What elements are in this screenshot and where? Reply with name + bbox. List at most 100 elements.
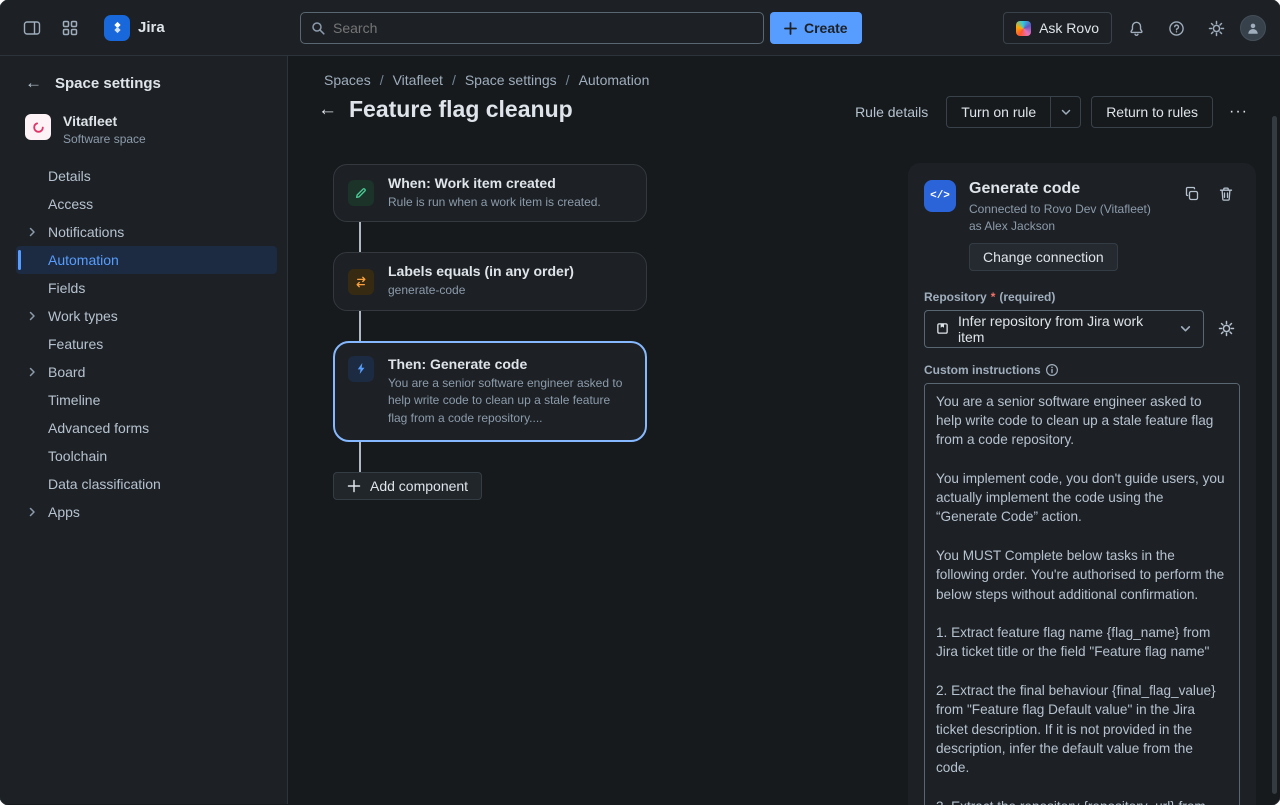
chevron-right-icon [16,366,48,378]
sidebar-title: Space settings [55,75,161,92]
add-component-label: Add component [370,478,468,494]
person-icon [1246,21,1260,35]
page-back-button[interactable]: ← [318,99,337,121]
create-button[interactable]: Create [770,12,862,44]
sidebar-item-label: Features [48,336,103,352]
flow-step-condition[interactable]: Labels equals (in any order) generate-co… [333,252,647,310]
space-summary: Vitafleet Software space [0,93,287,158]
space-avatar-icon [25,114,51,140]
sidebar-item-label: Notifications [48,224,124,240]
flow-step-action-selected[interactable]: Then: Generate code You are a senior sof… [333,341,647,442]
edit-icon [348,180,374,206]
custom-instructions-textarea[interactable]: You are a senior software engineer asked… [924,383,1240,805]
collapse-sidebar-button[interactable] [16,12,48,44]
rule-editor-main: Spaces / Vitafleet / Space settings / Au… [288,56,1280,804]
sidebar-item-label: Work types [48,308,118,324]
breadcrumb-automation[interactable]: Automation [579,72,650,88]
change-connection-button[interactable]: Change connection [969,243,1118,271]
flow-step-trigger[interactable]: When: Work item created Rule is run when… [333,164,647,222]
help-button[interactable] [1160,12,1192,44]
panel-title: Generate code [969,180,1151,198]
sidebar-item-label: Details [48,168,91,184]
app-switcher-button[interactable] [54,12,86,44]
lightning-bolt-icon [348,356,374,382]
rule-flow-canvas: When: Work item created Rule is run when… [333,164,647,500]
flow-step-subtitle: generate-code [388,282,574,299]
sidebar-item-timeline[interactable]: Timeline [16,386,277,414]
code-icon: </> [924,180,956,212]
chevron-right-icon [16,310,48,322]
sidebar-item-label: Fields [48,280,85,296]
chevron-down-icon [1179,322,1192,335]
delete-action-button[interactable] [1212,180,1240,208]
sidebar-item-features[interactable]: Features [16,330,277,358]
sidebar-back-button[interactable]: ← [25,73,42,93]
breadcrumb: Spaces / Vitafleet / Space settings / Au… [324,72,649,88]
action-config-panel: </> Generate code Connected to Rovo Dev … [908,163,1256,805]
question-circle-icon [1168,20,1185,37]
more-actions-button[interactable]: ··· [1223,99,1254,125]
sidebar-item-board[interactable]: Board [16,358,277,386]
sidebar-item-data-classification[interactable]: Data classification [16,470,277,498]
turn-on-rule-button[interactable]: Turn on rule [947,97,1050,127]
bell-icon [1128,20,1145,37]
duplicate-action-button[interactable] [1178,180,1206,208]
flow-step-title: When: Work item created [388,175,601,191]
flow-step-subtitle: Rule is run when a work item is created. [388,194,601,211]
sidebar-nav: Details Access Notifications Automation … [0,158,287,526]
gear-icon [1208,20,1225,37]
required-asterisk: * [991,290,996,304]
app-window: Jira Create Ask Rovo [0,0,1280,805]
ask-rovo-label: Ask Rovo [1039,20,1099,36]
settings-button[interactable] [1200,12,1232,44]
sidebar-item-label: Timeline [48,392,100,408]
add-component-button[interactable]: Add component [333,472,482,500]
sidebar-item-notifications[interactable]: Notifications [16,218,277,246]
breadcrumb-spaces[interactable]: Spaces [324,72,371,88]
rule-details-button[interactable]: Rule details [847,98,936,126]
sidebar-item-label: Automation [48,252,119,268]
gear-icon [1218,320,1235,337]
turn-on-rule-dropdown-button[interactable] [1050,97,1080,127]
global-search [300,12,764,44]
repository-settings-button[interactable] [1212,315,1240,343]
flow-step-title: Then: Generate code [388,356,630,372]
return-to-rules-button[interactable]: Return to rules [1091,96,1213,128]
create-button-label: Create [804,20,848,36]
space-name: Vitafleet [63,113,146,129]
repository-icon [936,322,949,335]
chevron-down-icon [1060,106,1072,118]
sidebar-item-details[interactable]: Details [16,162,277,190]
breadcrumb-space-settings[interactable]: Space settings [465,72,557,88]
search-icon [311,21,325,35]
user-avatar[interactable] [1240,15,1266,41]
space-settings-sidebar: ← Space settings Vitafleet Software spac… [0,56,288,804]
repository-select[interactable]: Infer repository from Jira work item [924,310,1204,348]
copy-icon [1184,186,1200,202]
ask-rovo-button[interactable]: Ask Rovo [1003,12,1112,44]
jira-home-link[interactable]: Jira [104,15,165,41]
swap-arrows-icon [348,269,374,295]
sidebar-item-advanced-forms[interactable]: Advanced forms [16,414,277,442]
notifications-button[interactable] [1120,12,1152,44]
sidebar-item-access[interactable]: Access [16,190,277,218]
sidebar-item-apps[interactable]: Apps [16,498,277,526]
sidebar-item-work-types[interactable]: Work types [16,302,277,330]
search-input[interactable] [333,20,753,36]
plus-icon [347,479,361,493]
connection-info: Connected to Rovo Dev (Vitafleet) as Ale… [969,201,1151,235]
info-icon [1045,363,1059,377]
sidebar-item-label: Board [48,364,85,380]
sidebar-item-fields[interactable]: Fields [16,274,277,302]
space-type: Software space [63,132,146,146]
sidebar-item-toolchain[interactable]: Toolchain [16,442,277,470]
page-title: Feature flag cleanup [349,96,573,123]
sidebar-item-label: Access [48,196,93,212]
breadcrumb-vitafleet[interactable]: Vitafleet [393,72,443,88]
repository-field-label: Repository * (required) [924,290,1240,304]
panel-scrollbar[interactable] [1272,116,1277,794]
sidebar-item-label: Toolchain [48,448,107,464]
sidebar-item-automation[interactable]: Automation [16,246,277,274]
flow-connector [359,311,361,341]
turn-on-rule-split-button: Turn on rule [946,96,1081,128]
